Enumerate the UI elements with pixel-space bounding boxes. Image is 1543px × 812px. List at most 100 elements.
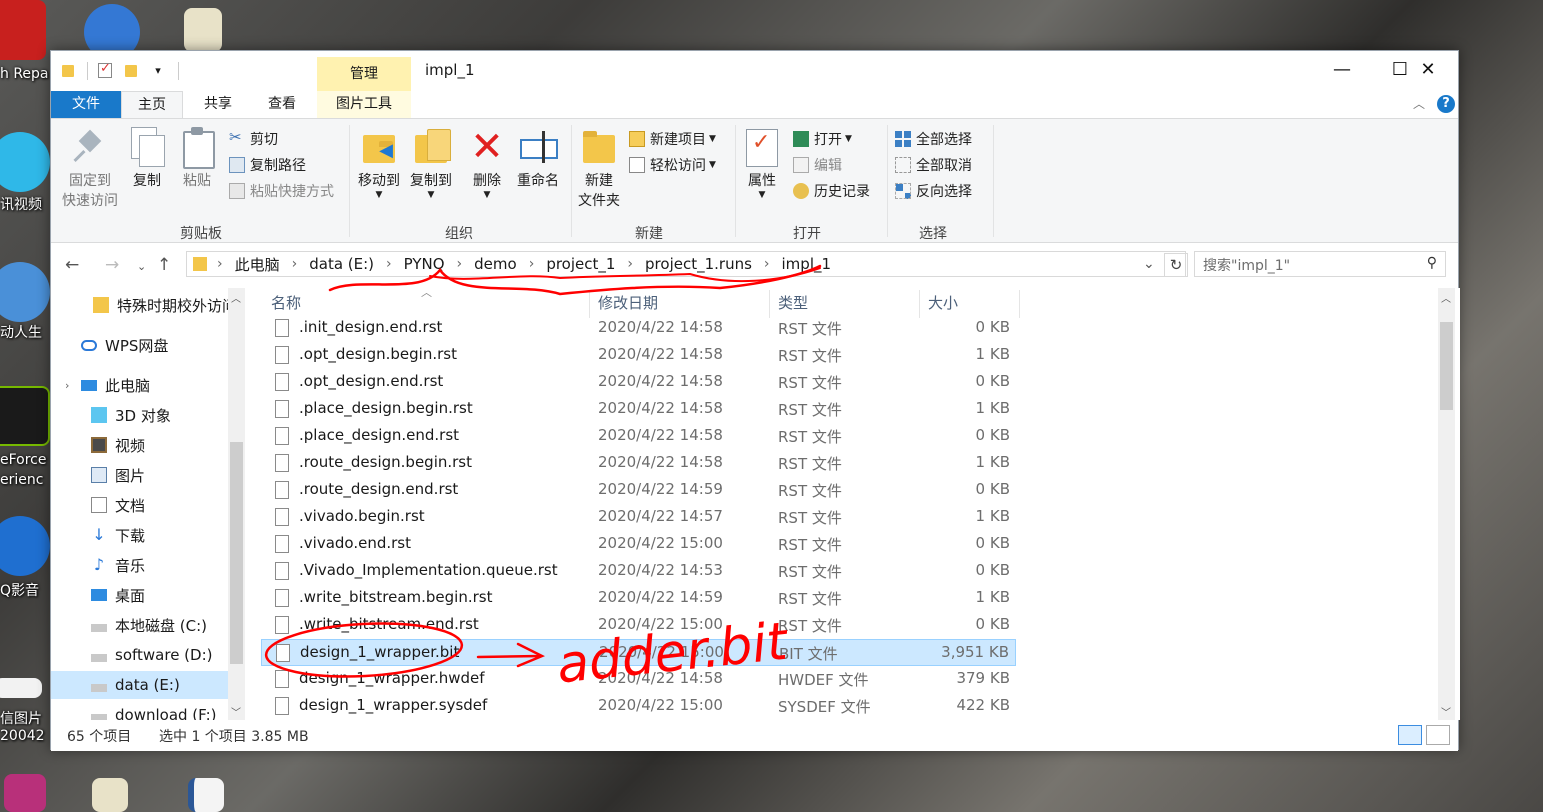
breadcrumb-root-chevron-icon[interactable]: › <box>217 256 223 272</box>
breadcrumb-project-1-runs[interactable]: project_1.runs <box>645 255 752 273</box>
word-doc-desktop-icon[interactable] <box>188 778 224 812</box>
breadcrumb-chevron-icon[interactable]: › <box>529 256 535 272</box>
sidebar-item-special-folder[interactable]: 特殊时期校外访问 <box>51 291 237 319</box>
scroll-up-chevron-icon[interactable]: ︿ <box>231 290 241 305</box>
tab-file[interactable]: 文件 <box>51 91 121 118</box>
open-button[interactable]: 打开 ▼ <box>793 127 852 151</box>
tab-share[interactable]: 共享 <box>187 91 249 118</box>
breadcrumb-chevron-icon[interactable]: › <box>292 256 298 272</box>
expand-chevron-icon[interactable]: › <box>65 379 69 392</box>
sidebar-item-drive-c[interactable]: 本地磁盘 (C:) <box>51 611 229 639</box>
move-to-button[interactable]: 移动到 ▼ <box>353 127 405 200</box>
sidebar-item-music[interactable]: ♪ 音乐 <box>51 551 229 579</box>
search-input[interactable]: 搜索"impl_1" ⚲ <box>1194 251 1446 277</box>
nvidia-desktop-icon[interactable] <box>0 386 50 446</box>
address-bar[interactable]: › 此电脑 › data (E:) › PYNQ › demo › project_1 ›… <box>186 251 1186 277</box>
scroll-down-chevron-icon[interactable]: ﹀ <box>1441 704 1451 719</box>
scroll-up-chevron-icon[interactable]: ︿ <box>1441 290 1451 305</box>
column-divider[interactable] <box>769 290 770 318</box>
table-row[interactable]: design_1_wrapper.sysdef 2020/4/22 15:00 SY… <box>261 693 1016 720</box>
breadcrumb-demo[interactable]: demo <box>474 255 517 273</box>
sidebar-item-drive-e[interactable]: data (E:) <box>51 671 229 699</box>
properties-button[interactable]: 属性 ▼ <box>739 127 785 200</box>
breadcrumb-chevron-icon[interactable]: › <box>764 256 770 272</box>
image-desktop-icon[interactable] <box>0 678 42 698</box>
sidebar-item-downloads[interactable]: ↓ 下载 <box>51 521 229 549</box>
address-history-chevron-down-icon[interactable]: ⌄ <box>1143 256 1155 272</box>
table-row[interactable]: .write_bitstream.end.rst 2020/4/22 15:00 R… <box>261 612 1016 639</box>
large-icons-view-icon[interactable] <box>1426 725 1450 745</box>
file-list-scroll-thumb[interactable] <box>1440 322 1453 410</box>
qq-player-desktop-icon[interactable] <box>0 516 50 576</box>
sidebar-item-videos[interactable]: 视频 <box>51 431 229 459</box>
breadcrumb-this-pc[interactable]: 此电脑 <box>235 254 280 275</box>
table-row[interactable]: .vivado.end.rst 2020/4/22 15:00 RST 文件 0 KB <box>261 531 1016 558</box>
breadcrumb-chevron-icon[interactable]: › <box>386 256 392 272</box>
breadcrumb-chevron-icon[interactable]: › <box>457 256 463 272</box>
table-row[interactable]: .opt_design.end.rst 2020/4/22 14:58 RST 文件… <box>261 369 1016 396</box>
table-row[interactable]: .Vivado_Implementation.queue.rst 2020/4/2… <box>261 558 1016 585</box>
back-arrow-icon[interactable]: ← <box>65 255 79 275</box>
copy-path-button[interactable]: 复制路径 <box>229 153 306 177</box>
collapse-ribbon-icon[interactable]: ︿ <box>1413 95 1425 112</box>
breadcrumb-impl-1[interactable]: impl_1 <box>782 255 832 273</box>
column-divider[interactable] <box>589 290 590 318</box>
breadcrumb-data-e[interactable]: data (E:) <box>309 255 374 273</box>
sidebar-item-drive-d[interactable]: software (D:) <box>51 641 229 669</box>
flash-repair-desktop-icon[interactable] <box>0 0 46 60</box>
table-row[interactable]: .place_design.end.rst 2020/4/22 14:58 RST … <box>261 423 1016 450</box>
history-button[interactable]: 历史记录 <box>793 179 870 203</box>
forward-arrow-icon[interactable]: → <box>105 255 119 275</box>
invert-selection-button[interactable]: 反向选择 <box>895 179 972 203</box>
rename-button[interactable]: 重命名 <box>513 127 563 191</box>
sidebar-item-pictures[interactable]: 图片 <box>51 461 229 489</box>
refresh-icon[interactable]: ↻ <box>1164 253 1188 277</box>
delete-button[interactable]: ✕ 删除 ▼ <box>465 127 509 200</box>
column-header-date[interactable]: 修改日期 <box>598 292 658 313</box>
tab-home[interactable]: 主页 <box>121 91 183 118</box>
table-row[interactable]: .route_design.end.rst 2020/4/22 14:59 RST … <box>261 477 1016 504</box>
sidebar-scroll-thumb[interactable] <box>230 442 243 664</box>
archive-desktop-icon[interactable] <box>4 774 46 812</box>
sidebar-item-wps-cloud[interactable]: WPS网盘 <box>51 331 229 359</box>
breadcrumb-chevron-icon[interactable]: › <box>627 256 633 272</box>
sidebar-scrollbar[interactable]: ︿ ﹀ <box>228 288 245 720</box>
file-desktop-icon[interactable] <box>184 8 222 52</box>
column-divider[interactable] <box>1019 290 1020 318</box>
paste-button[interactable]: 粘贴 <box>175 127 219 191</box>
table-row[interactable]: .write_bitstream.begin.rst 2020/4/22 14:5… <box>261 585 1016 612</box>
cut-button[interactable]: 剪切 <box>229 127 278 151</box>
table-row[interactable]: design_1_wrapper.bit 2020/4/22 15:00 BIT 文… <box>261 639 1016 666</box>
minimize-button[interactable]: — <box>1313 51 1371 89</box>
column-header-name[interactable]: 名称 <box>271 292 301 313</box>
column-header-size[interactable]: 大小 <box>928 292 958 313</box>
table-row[interactable]: design_1_wrapper.hwdef 2020/4/22 14:58 HWD… <box>261 666 1016 693</box>
file-list-scrollbar[interactable]: ︿ ﹀ <box>1438 288 1455 720</box>
table-row[interactable]: .init_design.end.rst 2020/4/22 14:58 RST 文… <box>261 315 1016 342</box>
new-folder-button[interactable]: 新建 文件夹 <box>573 127 625 211</box>
sidebar-item-desktop[interactable]: 桌面 <box>51 581 229 609</box>
paste-shortcut-button[interactable]: 粘贴快捷方式 <box>229 179 334 203</box>
copy-to-button[interactable]: 复制到 ▼ <box>405 127 457 200</box>
up-arrow-icon[interactable]: ↑ <box>157 255 171 275</box>
gear-desktop-icon[interactable] <box>0 262 50 322</box>
sidebar-item-this-pc[interactable]: › 此电脑 <box>51 371 229 399</box>
help-icon[interactable]: ? <box>1437 95 1455 113</box>
sidebar-item-documents[interactable]: 文档 <box>51 491 229 519</box>
tab-manage[interactable]: 管理 <box>317 57 411 91</box>
table-row[interactable]: .route_design.begin.rst 2020/4/22 14:58 RS… <box>261 450 1016 477</box>
table-row[interactable]: .opt_design.begin.rst 2020/4/22 14:58 RST … <box>261 342 1016 369</box>
new-item-button[interactable]: 新建项目 ▼ <box>629 127 716 151</box>
pin-quick-access-button[interactable]: 固定到 快速访问 <box>55 127 125 211</box>
select-all-button[interactable]: 全部选择 <box>895 127 972 151</box>
properties-quick-icon[interactable] <box>96 61 116 81</box>
tencent-video-desktop-icon[interactable] <box>0 132 50 192</box>
select-none-button[interactable]: 全部取消 <box>895 153 972 177</box>
easy-access-button[interactable]: 轻松访问 ▼ <box>629 153 716 177</box>
details-view-icon[interactable] <box>1398 725 1422 745</box>
tab-picture-tools[interactable]: 图片工具 <box>317 91 411 118</box>
column-header-type[interactable]: 类型 <box>778 292 808 313</box>
sidebar-item-drive-f[interactable]: download (F:) <box>51 701 229 720</box>
table-row[interactable]: .place_design.begin.rst 2020/4/22 14:58 RS… <box>261 396 1016 423</box>
sidebar-item-3d-objects[interactable]: 3D 对象 <box>51 401 229 429</box>
